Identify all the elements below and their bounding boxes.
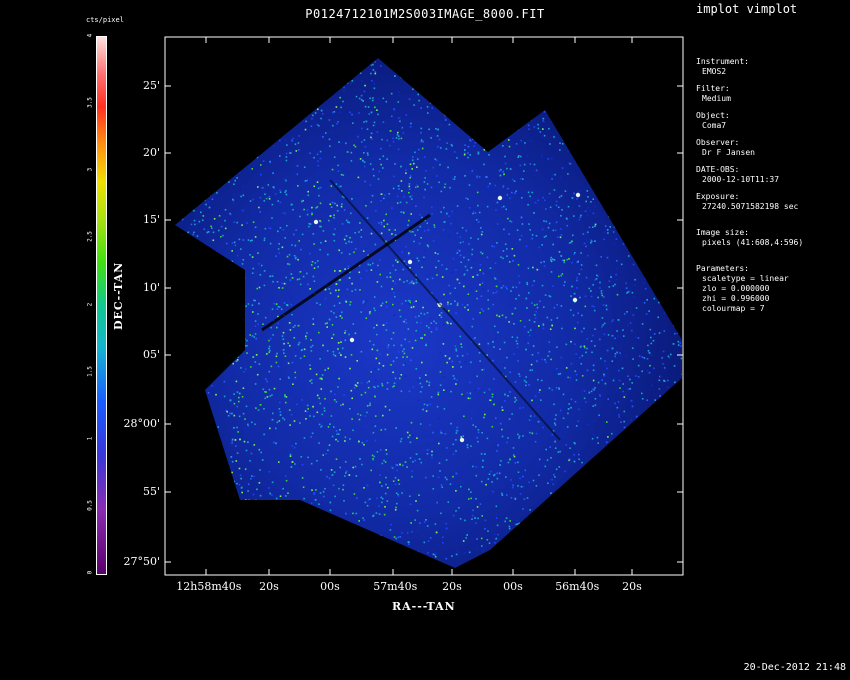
x-tick-label: 57m40s xyxy=(373,580,418,593)
x-tick-label: 12h58m40s xyxy=(176,580,242,593)
y-tick-label: 27°50' xyxy=(123,555,160,568)
object-value: Coma7 xyxy=(702,121,727,130)
date-label: DATE-OBS: xyxy=(696,165,740,174)
x-tick-label: 20s xyxy=(259,580,279,593)
filter-value: Medium xyxy=(702,94,731,103)
x-tick-label: 00s xyxy=(320,580,340,593)
x-axis-label: RA---TAN xyxy=(392,600,456,613)
colorbar-gradient xyxy=(97,37,106,574)
y-axis-label: DEC--TAN xyxy=(112,261,125,330)
param-colourmap: colourmap = 7 xyxy=(702,304,765,313)
param-zhi: zhi = 0.996000 xyxy=(702,294,770,303)
observer-value: Dr F Jansen xyxy=(702,148,755,157)
info-panel: Instrument: EMOS2 Filter: Medium Object:… xyxy=(696,57,803,321)
exposure-label: Exposure: xyxy=(696,192,740,201)
y-tick-label: 10' xyxy=(142,281,160,294)
parameters-label: Parameters: xyxy=(696,264,749,273)
image-size-value: pixels (41:608,4:596) xyxy=(702,238,804,247)
param-zlo: zlo = 0.000000 xyxy=(702,284,770,293)
y-tick-label: 20' xyxy=(142,146,160,159)
y-tick-label: 05' xyxy=(142,348,160,361)
x-tick-label: 00s xyxy=(503,580,523,593)
y-tick-label: 28°00' xyxy=(123,417,160,430)
object-label: Object: xyxy=(696,111,730,120)
y-tick-label: 15' xyxy=(142,213,160,226)
instrument-value: EMOS2 xyxy=(702,67,727,76)
x-tick-label: 56m40s xyxy=(555,580,600,593)
filter-label: Filter: xyxy=(696,84,730,93)
y-tick-label: 55' xyxy=(142,485,160,498)
x-tick-label: 20s xyxy=(622,580,642,593)
y-tick-label: 25' xyxy=(142,79,160,92)
observer-label: Observer: xyxy=(696,138,740,147)
param-scaletype: scaletype = linear xyxy=(702,274,789,283)
image-size-label: Image size: xyxy=(696,228,749,237)
instrument-label: Instrument: xyxy=(696,57,749,66)
date-value: 2000-12-10T11:37 xyxy=(702,175,780,184)
x-tick-label: 20s xyxy=(442,580,462,593)
exposure-value: 27240.5071582198 sec xyxy=(702,202,799,211)
mosaic-image xyxy=(175,58,682,568)
